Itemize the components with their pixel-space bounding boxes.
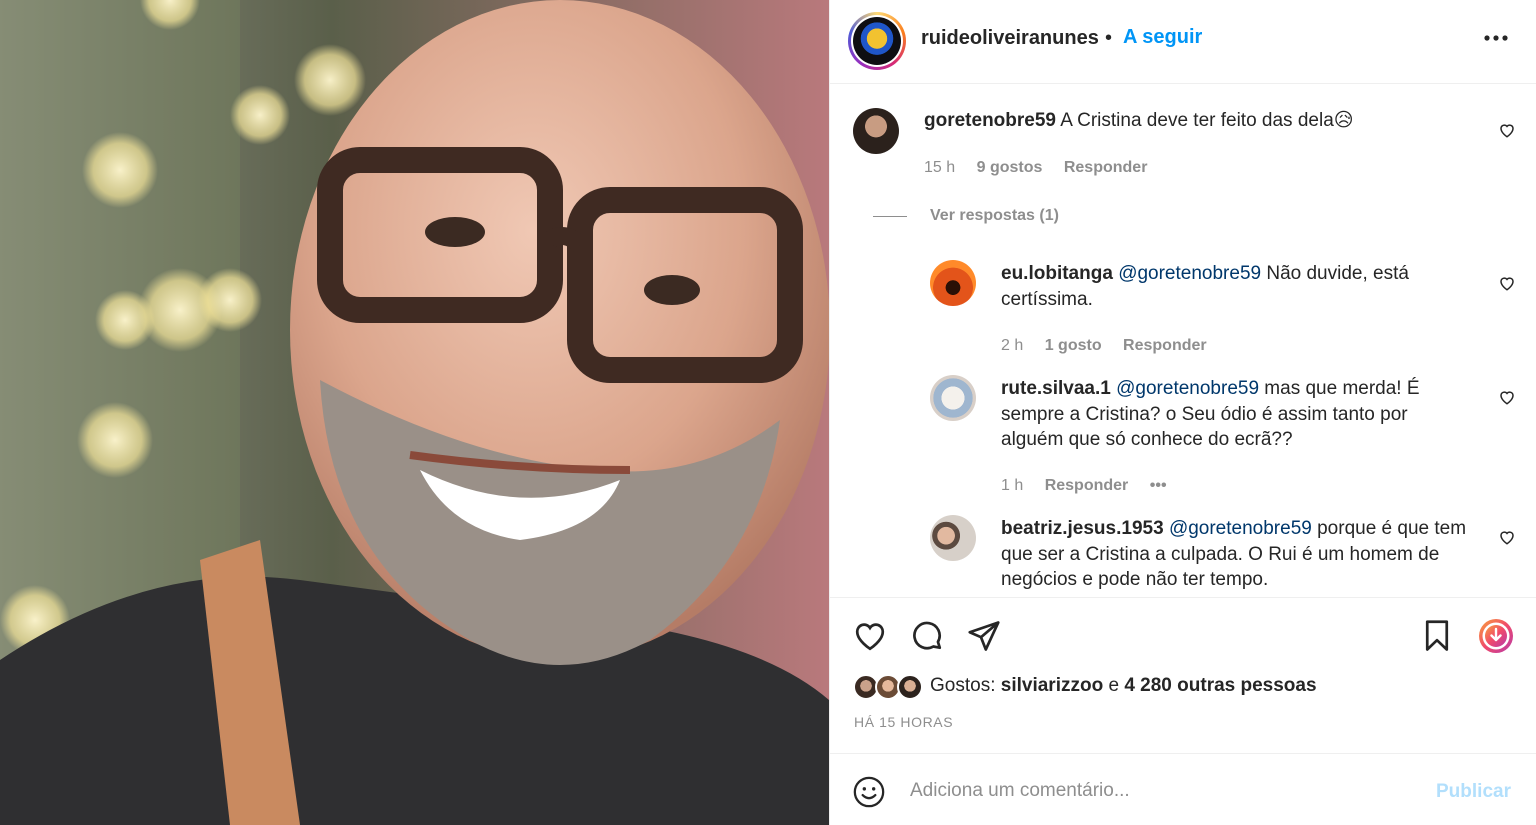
comment-like-heart-icon[interactable] — [1498, 528, 1516, 546]
comment-mention[interactable]: @goretenobre59 — [1169, 518, 1312, 539]
post-side-panel: ruideoliveiranunes • A seguir goretenobr… — [829, 0, 1536, 825]
view-replies-button[interactable]: Ver respostas (1) — [873, 207, 1059, 225]
comment-composer: Publicar — [830, 753, 1536, 825]
comment-likes[interactable]: 1 gosto — [1045, 337, 1102, 354]
comment-options-button[interactable]: ••• — [1150, 477, 1167, 494]
comment-like-heart-icon[interactable] — [1498, 388, 1516, 406]
comment-mention[interactable]: @goretenobre59 — [1116, 378, 1259, 399]
post-timestamp[interactable]: HÁ 15 HORAS — [854, 714, 953, 730]
likes-joiner: e — [1108, 675, 1120, 696]
comment-icon[interactable] — [909, 618, 945, 654]
comment-body: rute.silvaa.1 @goretenobre59 mas que mer… — [1001, 376, 1471, 453]
emoji-icon[interactable] — [852, 775, 886, 809]
following-button[interactable]: A seguir — [1123, 26, 1202, 49]
post-actions-bar — [830, 597, 1536, 672]
comment-input[interactable] — [910, 774, 1410, 808]
author-username[interactable]: ruideoliveiranunes — [921, 27, 1099, 50]
more-horizontal-icon[interactable] — [1482, 28, 1510, 48]
comment-meta: 1 h Responder ••• — [1001, 477, 1184, 495]
comment-username[interactable]: eu.lobitanga — [1001, 263, 1113, 284]
likers-avatars[interactable] — [853, 674, 927, 702]
comment-time: 2 h — [1001, 337, 1024, 354]
download-circle-icon[interactable] — [1478, 618, 1514, 654]
comment-body: beatriz.jesus.1953 @goretenobre59 porque… — [1001, 516, 1471, 593]
comment-like-heart-icon[interactable] — [1498, 121, 1516, 139]
comment-time: 1 h — [1001, 477, 1024, 494]
comment-time: 15 h — [924, 159, 956, 176]
post-photo — [0, 0, 829, 825]
header-separator: • — [1105, 27, 1113, 49]
comment-body: goretenobre59 A Cristina deve ter feito … — [924, 108, 1464, 134]
likes-text: Gostos: silviarizzoo e 4 280 outras pess… — [930, 675, 1317, 697]
reply-button[interactable]: Responder — [1123, 337, 1207, 354]
likes-summary: Gostos: silviarizzoo e 4 280 outras pess… — [830, 672, 1536, 704]
comment-mention[interactable]: @goretenobre59 — [1118, 263, 1261, 284]
comment-meta: 15 h 9 gostos Responder — [924, 159, 1164, 177]
commenter-avatar[interactable] — [930, 515, 976, 561]
comment-username[interactable]: goretenobre59 — [924, 110, 1056, 131]
comment-like-heart-icon[interactable] — [1498, 274, 1516, 292]
comment-text: A Cristina deve ter feito das dela😥 — [1060, 110, 1354, 131]
comment-likes[interactable]: 9 gostos — [977, 159, 1043, 176]
commenter-avatar[interactable] — [930, 375, 976, 421]
commenter-avatar[interactable] — [853, 108, 899, 154]
bookmark-icon[interactable] — [1419, 618, 1455, 654]
publish-button[interactable]: Publicar — [1436, 781, 1511, 803]
commenter-avatar[interactable] — [930, 260, 976, 306]
comments-list[interactable]: goretenobre59 A Cristina deve ter feito … — [830, 85, 1536, 596]
comment-body: eu.lobitanga @goretenobre59 Não duvide, … — [1001, 261, 1471, 312]
paper-plane-icon[interactable] — [966, 618, 1002, 654]
reply-button[interactable]: Responder — [1064, 159, 1148, 176]
portrait-image — [0, 0, 829, 825]
comment-username[interactable]: beatriz.jesus.1953 — [1001, 518, 1164, 539]
reply-button[interactable]: Responder — [1045, 477, 1129, 494]
likes-prefix: Gostos: — [930, 675, 996, 696]
heart-icon[interactable] — [852, 618, 888, 654]
comment-username[interactable]: rute.silvaa.1 — [1001, 378, 1111, 399]
post-header: ruideoliveiranunes • A seguir — [830, 0, 1536, 84]
comment-meta: 2 h 1 gosto Responder — [1001, 337, 1224, 355]
liker-username[interactable]: silviarizzoo — [1001, 675, 1103, 696]
author-avatar[interactable] — [848, 12, 906, 70]
other-likers-link[interactable]: 4 280 outras pessoas — [1124, 675, 1316, 696]
